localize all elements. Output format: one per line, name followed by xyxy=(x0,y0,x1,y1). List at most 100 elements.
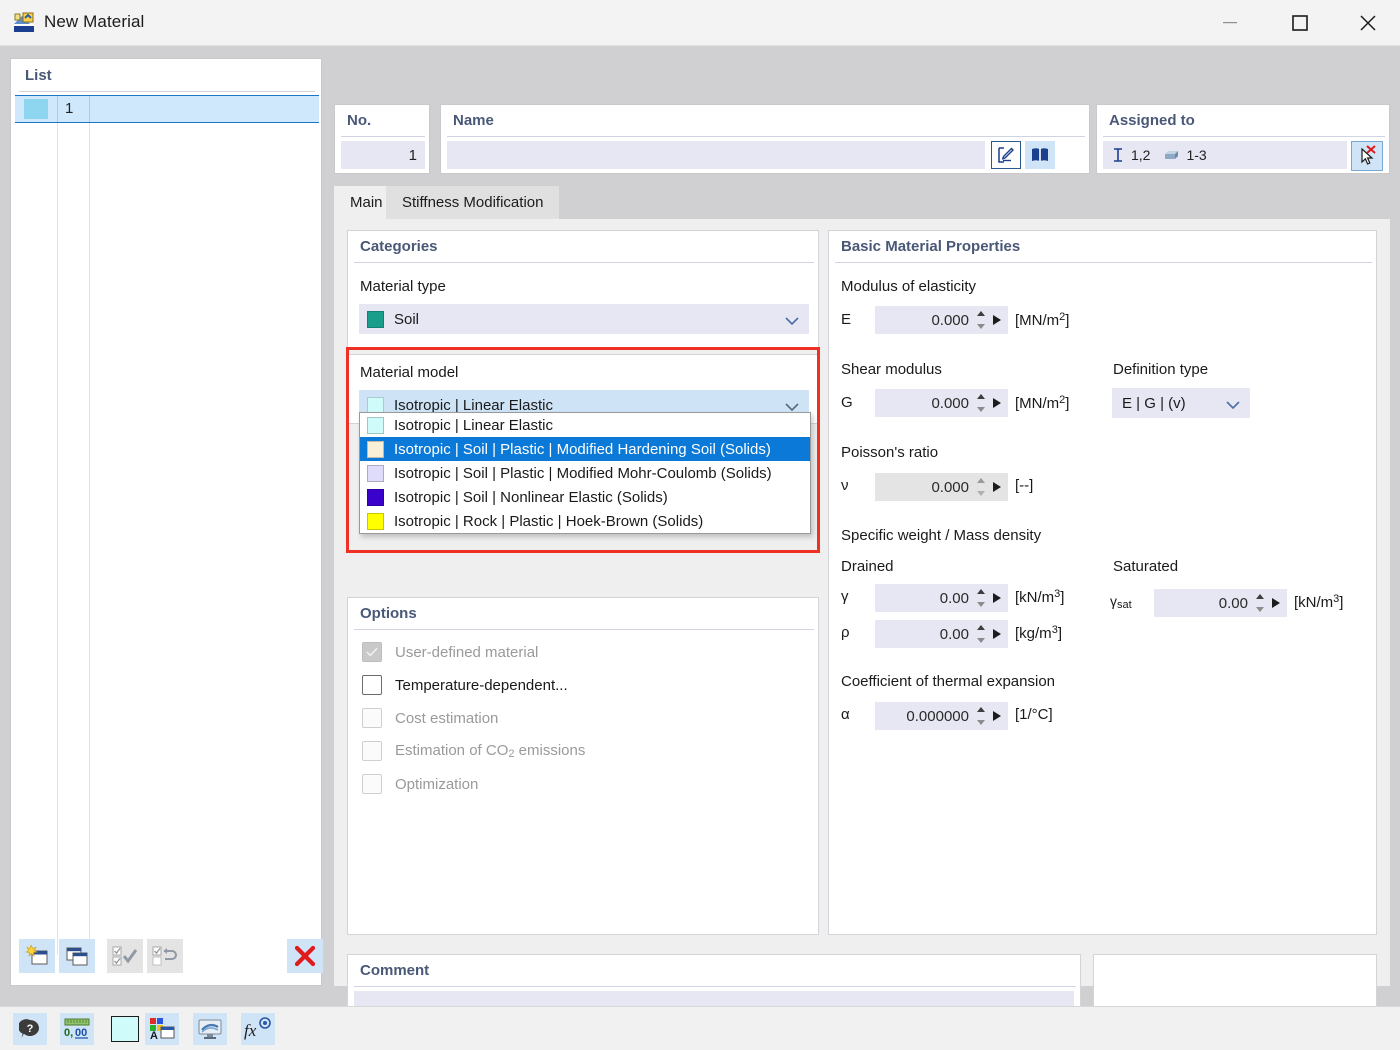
definition-type-select[interactable]: E | G | (v) xyxy=(1112,388,1250,418)
dropdown-option[interactable]: Isotropic | Soil | Plastic | Modified Mo… xyxy=(360,461,810,485)
material-type-select[interactable]: Soil xyxy=(359,304,809,334)
material-library-button[interactable] xyxy=(1025,141,1055,169)
expand-arrow-icon[interactable] xyxy=(1269,589,1283,617)
option-color-swatch xyxy=(367,416,384,434)
value: 0.000 xyxy=(931,478,969,496)
spinner-arrows-icon[interactable] xyxy=(1254,589,1266,617)
option-label: Temperature-dependent... xyxy=(395,676,568,694)
material-type-value: Soil xyxy=(394,310,420,328)
name-input[interactable] xyxy=(447,141,985,169)
value: 0.00 xyxy=(939,625,969,643)
name-card: Name xyxy=(440,104,1090,174)
list-toolbar xyxy=(19,939,323,975)
gamma-drained-input[interactable]: 0.00 xyxy=(875,584,1008,612)
poissons-ratio-label: Poisson's ratio xyxy=(841,444,939,461)
gamma-sat-symbol: γsat xyxy=(1110,593,1132,611)
color-swatch-button[interactable] xyxy=(108,1013,142,1045)
option-temperature-dependent[interactable]: Temperature-dependent... xyxy=(362,675,568,695)
categories-panel: Categories Material type Soil xyxy=(347,230,819,350)
gamma-sat-unit: [kN/m3] xyxy=(1294,593,1344,611)
number-card: No. 1 xyxy=(334,104,430,174)
checkbox xyxy=(362,741,382,761)
checkbox[interactable] xyxy=(362,675,382,695)
expand-arrow-icon[interactable] xyxy=(990,702,1004,730)
value: 0.00 xyxy=(939,589,969,607)
gamma-saturated-input[interactable]: 0.00 xyxy=(1154,589,1287,617)
option-user-defined-material: User-defined material xyxy=(362,642,538,662)
option-label: Cost estimation xyxy=(395,709,499,727)
copy-material-button[interactable] xyxy=(59,939,95,973)
dropdown-option-selected[interactable]: Isotropic | Soil | Plastic | Modified Ha… xyxy=(360,437,810,461)
thermal-expansion-input[interactable]: 0.000000 xyxy=(875,702,1008,730)
maximize-button[interactable] xyxy=(1270,0,1330,46)
option-label: Optimization xyxy=(395,775,479,793)
definition-type-value: E | G | (v) xyxy=(1122,394,1186,412)
minimize-button[interactable] xyxy=(1200,0,1260,46)
solid-block-icon xyxy=(1164,149,1180,161)
drained-label: Drained xyxy=(841,558,894,575)
mass-density-input[interactable]: 0.00 xyxy=(875,620,1008,648)
svg-text:fx: fx xyxy=(244,1021,257,1040)
option-label: Estimation of CO2 emissions xyxy=(395,742,586,760)
delete-material-button[interactable] xyxy=(287,939,323,973)
checkbox xyxy=(362,708,382,728)
option-color-swatch xyxy=(367,512,384,530)
modulus-of-elasticity-input[interactable]: 0.000 xyxy=(875,306,1008,334)
value: 0.00 xyxy=(1218,594,1248,612)
spinner-arrows-icon[interactable] xyxy=(975,620,987,648)
dropdown-option[interactable]: Isotropic | Soil | Nonlinear Elastic (So… xyxy=(360,485,810,509)
new-material-button[interactable] xyxy=(19,939,55,973)
assigned-to-field[interactable]: 1,2 1-3 xyxy=(1103,141,1347,169)
value: 0.000 xyxy=(931,311,969,329)
option-label: Isotropic | Linear Elastic xyxy=(394,416,553,434)
option-color-swatch xyxy=(367,488,384,506)
divider xyxy=(354,629,814,630)
dropdown-option[interactable]: Isotropic | Linear Elastic xyxy=(360,413,810,437)
material-model-color-swatch xyxy=(367,396,384,414)
spinner-arrows-icon[interactable] xyxy=(975,389,987,417)
saturated-label: Saturated xyxy=(1113,558,1179,575)
poissons-ratio-symbol: ν xyxy=(841,477,849,494)
shear-modulus-symbol: G xyxy=(841,394,853,411)
divider xyxy=(354,986,1076,987)
list-panel-title: List xyxy=(25,67,52,84)
spinner-arrows-icon[interactable] xyxy=(975,306,987,334)
divider xyxy=(1103,136,1385,137)
categories-title: Categories xyxy=(360,238,438,255)
spinner-arrows-icon[interactable] xyxy=(975,702,987,730)
expand-arrow-icon[interactable] xyxy=(990,584,1004,612)
select-all-button xyxy=(107,939,143,973)
svg-text:0,: 0, xyxy=(64,1027,73,1039)
expand-arrow-icon[interactable] xyxy=(990,389,1004,417)
shear-modulus-input[interactable]: 0.000 xyxy=(875,389,1008,417)
expand-arrow-icon[interactable] xyxy=(990,306,1004,334)
render-button[interactable] xyxy=(193,1013,227,1045)
close-button[interactable] xyxy=(1338,0,1398,46)
assigned-to-card: Assigned to 1,2 1-3 xyxy=(1096,104,1390,174)
number-field[interactable]: 1 xyxy=(341,141,425,169)
options-panel: Options User-defined material Temperatur… xyxy=(347,597,819,935)
option-cost-estimation: Cost estimation xyxy=(362,708,498,728)
units-button[interactable]: 0, 00 xyxy=(60,1013,94,1045)
list-item[interactable]: 1 xyxy=(15,95,319,123)
material-model-dropdown-list[interactable]: Isotropic | Linear Elastic Isotropic | S… xyxy=(359,412,811,534)
dropdown-option[interactable]: Isotropic | Rock | Plastic | Hoek-Brown … xyxy=(360,509,810,533)
option-label: User-defined material xyxy=(395,643,539,661)
display-properties-button[interactable]: A xyxy=(145,1013,179,1045)
deselect-assignment-button[interactable] xyxy=(1351,141,1383,171)
poissons-ratio-unit: [--] xyxy=(1015,477,1034,494)
svg-text:00: 00 xyxy=(75,1027,87,1039)
option-label: Isotropic | Soil | Nonlinear Elastic (So… xyxy=(394,488,668,506)
material-type-label: Material type xyxy=(360,278,446,295)
material-model-value: Isotropic | Linear Elastic xyxy=(394,396,553,414)
expand-arrow-icon[interactable] xyxy=(990,620,1004,648)
tab-strip: Main Stiffness Modification xyxy=(334,186,1390,219)
help-button[interactable]: ? xyxy=(13,1013,47,1045)
edit-name-button[interactable] xyxy=(991,141,1021,169)
option-label: Isotropic | Rock | Plastic | Hoek-Brown … xyxy=(394,512,704,530)
spinner-arrows-icon[interactable] xyxy=(975,584,987,612)
tab-stiffness-modification[interactable]: Stiffness Modification xyxy=(386,186,560,219)
formula-button[interactable]: fx xyxy=(241,1013,275,1045)
definition-type-label: Definition type xyxy=(1113,361,1209,378)
option-optimization: Optimization xyxy=(362,774,478,794)
